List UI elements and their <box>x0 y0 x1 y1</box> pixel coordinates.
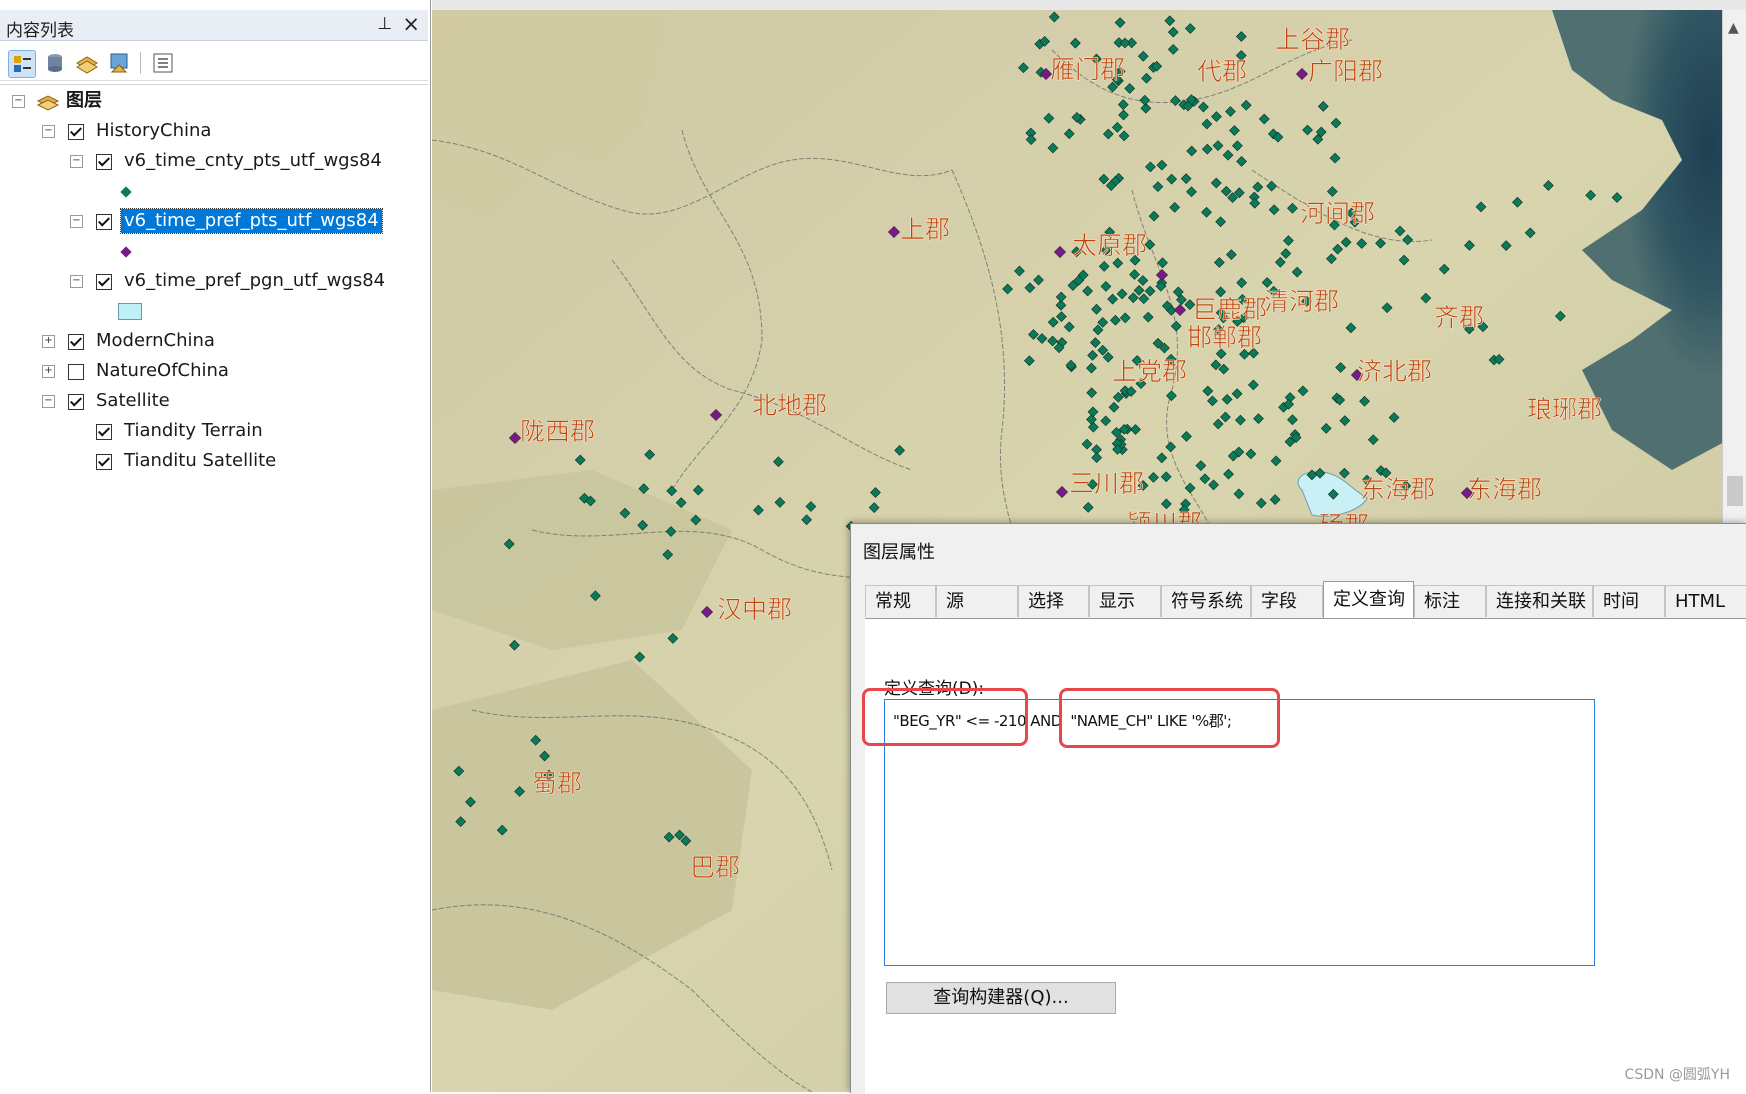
scroll-up-icon[interactable]: ▲ <box>1728 20 1739 36</box>
tree-node-tianditu-terrain[interactable]: Tiandity Terrain <box>0 419 428 443</box>
tree-label: NatureOfChina <box>96 360 229 381</box>
map-vertical-scrollbar[interactable]: ▲ <box>1722 10 1746 523</box>
map-label: 雁门郡 <box>1050 55 1125 84</box>
tab-html-popup[interactable]: HTML 弹 <box>1665 585 1746 617</box>
polygon-symbol-icon[interactable] <box>118 303 142 320</box>
map-label: 上谷郡 <box>1275 25 1350 54</box>
visibility-checkbox[interactable] <box>68 364 84 380</box>
map-label: 巨鹿郡 <box>1192 295 1267 324</box>
tab-time[interactable]: 时间 <box>1593 585 1665 617</box>
list-by-visibility-icon[interactable] <box>74 50 100 76</box>
tree-label: Satellite <box>96 390 170 411</box>
collapse-icon[interactable]: − <box>12 95 25 108</box>
visibility-checkbox[interactable] <box>68 334 84 350</box>
map-label: 东海郡 <box>1467 475 1542 504</box>
map-label: 河间郡 <box>1300 199 1375 228</box>
layer-properties-dialog: 图层属性 常规 源 选择 显示 符号系统 字段 定义查询 标注 连接和关联 时间… <box>850 523 1746 1094</box>
visibility-checkbox[interactable] <box>68 394 84 410</box>
visibility-checkbox[interactable] <box>96 424 112 440</box>
visibility-checkbox[interactable] <box>96 454 112 470</box>
tree-label: v6_time_pref_pgn_utf_wgs84 <box>124 270 386 291</box>
map-label: 太原郡 <box>1072 231 1147 260</box>
tree-node-pref-pts[interactable]: − v6_time_pref_pts_utf_wgs84 <box>0 208 428 234</box>
tab-source[interactable]: 源 <box>936 585 1018 617</box>
map-label: 齐郡 <box>1434 303 1484 332</box>
tab-general[interactable]: 常规 <box>865 585 936 617</box>
expand-icon[interactable]: + <box>42 365 55 378</box>
map-label: 陇西郡 <box>520 417 595 446</box>
tree-node-tianditu-satellite[interactable]: Tianditu Satellite <box>0 449 428 473</box>
toolbar-divider <box>140 52 141 74</box>
definition-query-panel: 定义查询(D): "BEG_YR" <= -210 AND "NAME_CH" … <box>862 618 1746 1094</box>
tree-label-selected: v6_time_pref_pts_utf_wgs84 <box>120 208 383 234</box>
map-label: 琅琊郡 <box>1527 395 1602 424</box>
query-builder-button[interactable]: 查询构建器(Q)... <box>886 982 1116 1014</box>
tab-display[interactable]: 显示 <box>1089 585 1161 617</box>
list-by-selection-icon[interactable] <box>106 50 132 76</box>
collapse-icon[interactable]: − <box>42 395 55 408</box>
list-by-source-icon[interactable] <box>42 50 68 76</box>
dialog-title: 图层属性 <box>863 542 935 563</box>
collapse-icon[interactable]: − <box>70 155 83 168</box>
toc-title-bar: 内容列表 ⊥ × <box>0 10 428 41</box>
expand-icon[interactable]: + <box>42 335 55 348</box>
tree-label: v6_time_cnty_pts_utf_wgs84 <box>124 150 382 171</box>
close-icon[interactable]: × <box>402 12 420 36</box>
table-of-contents-panel: 内容列表 ⊥ × − 图层 − HistoryChina − v6_time_c… <box>0 0 431 1092</box>
tree-node-pref-pgn[interactable]: − v6_time_pref_pgn_utf_wgs84 <box>0 269 428 293</box>
map-label: 蜀郡 <box>532 769 582 798</box>
tree-node-layers[interactable]: − 图层 <box>0 89 428 113</box>
map-label: 北地郡 <box>752 391 827 420</box>
tab-labels[interactable]: 标注 <box>1414 585 1486 617</box>
visibility-checkbox[interactable] <box>96 274 112 290</box>
highlight-box <box>1059 688 1280 748</box>
tree-label: Tiandity Terrain <box>124 420 263 441</box>
layer-tree: − 图层 − HistoryChina − v6_time_cnty_pts_u… <box>0 84 428 1085</box>
tree-node-satellite[interactable]: − Satellite <box>0 389 428 413</box>
collapse-icon[interactable]: − <box>70 215 83 228</box>
visibility-checkbox[interactable] <box>96 154 112 170</box>
collapse-icon[interactable]: − <box>42 125 55 138</box>
tab-fields[interactable]: 字段 <box>1251 585 1323 617</box>
map-label: 济北郡 <box>1357 357 1432 386</box>
tree-label: Tianditu Satellite <box>124 450 277 471</box>
map-label: 三川郡 <box>1069 469 1144 498</box>
map-label: 巴郡 <box>690 853 740 882</box>
map-label: 广阳郡 <box>1308 57 1383 86</box>
tree-node-modernchina[interactable]: + ModernChina <box>0 329 428 353</box>
point-symbol-icon[interactable] <box>120 186 132 198</box>
tree-label: ModernChina <box>96 330 215 351</box>
map-label: 邯郸郡 <box>1187 323 1262 352</box>
toc-title: 内容列表 <box>6 21 74 41</box>
tree-node-historychina[interactable]: − HistoryChina <box>0 119 428 143</box>
tab-joins-relates[interactable]: 连接和关联 <box>1486 585 1593 617</box>
toc-toolbar <box>0 44 428 81</box>
tree-label: 图层 <box>66 90 102 111</box>
options-icon[interactable] <box>150 50 176 76</box>
highlight-box <box>862 688 1028 746</box>
layers-icon <box>36 95 60 111</box>
tree-label: HistoryChina <box>96 120 212 141</box>
tree-node-cnty-pts[interactable]: − v6_time_cnty_pts_utf_wgs84 <box>0 149 428 173</box>
tab-symbology[interactable]: 符号系统 <box>1161 585 1251 617</box>
tab-definition-query[interactable]: 定义查询 <box>1323 581 1414 619</box>
visibility-checkbox[interactable] <box>68 124 84 140</box>
map-label: 上郡 <box>900 215 950 244</box>
map-label: 清河郡 <box>1264 287 1339 316</box>
collapse-icon[interactable]: − <box>70 275 83 288</box>
pin-icon[interactable]: ⊥ <box>377 14 392 34</box>
point-symbol-icon[interactable] <box>120 246 132 258</box>
map-label: 汉中郡 <box>717 595 792 624</box>
list-by-drawing-order-icon[interactable] <box>8 50 36 78</box>
dialog-tabs: 常规 源 选择 显示 符号系统 字段 定义查询 标注 连接和关联 时间 HTML… <box>865 581 1746 619</box>
map-label: 东海郡 <box>1360 475 1435 504</box>
map-label: 代郡 <box>1197 57 1247 86</box>
watermark: CSDN @圆弧YH <box>1624 1067 1730 1083</box>
map-label: 上党郡 <box>1112 357 1187 386</box>
visibility-checkbox[interactable] <box>96 214 112 230</box>
scroll-thumb[interactable] <box>1727 476 1743 506</box>
tab-selection[interactable]: 选择 <box>1018 585 1089 617</box>
tree-node-natureofchina[interactable]: + NatureOfChina <box>0 359 428 383</box>
